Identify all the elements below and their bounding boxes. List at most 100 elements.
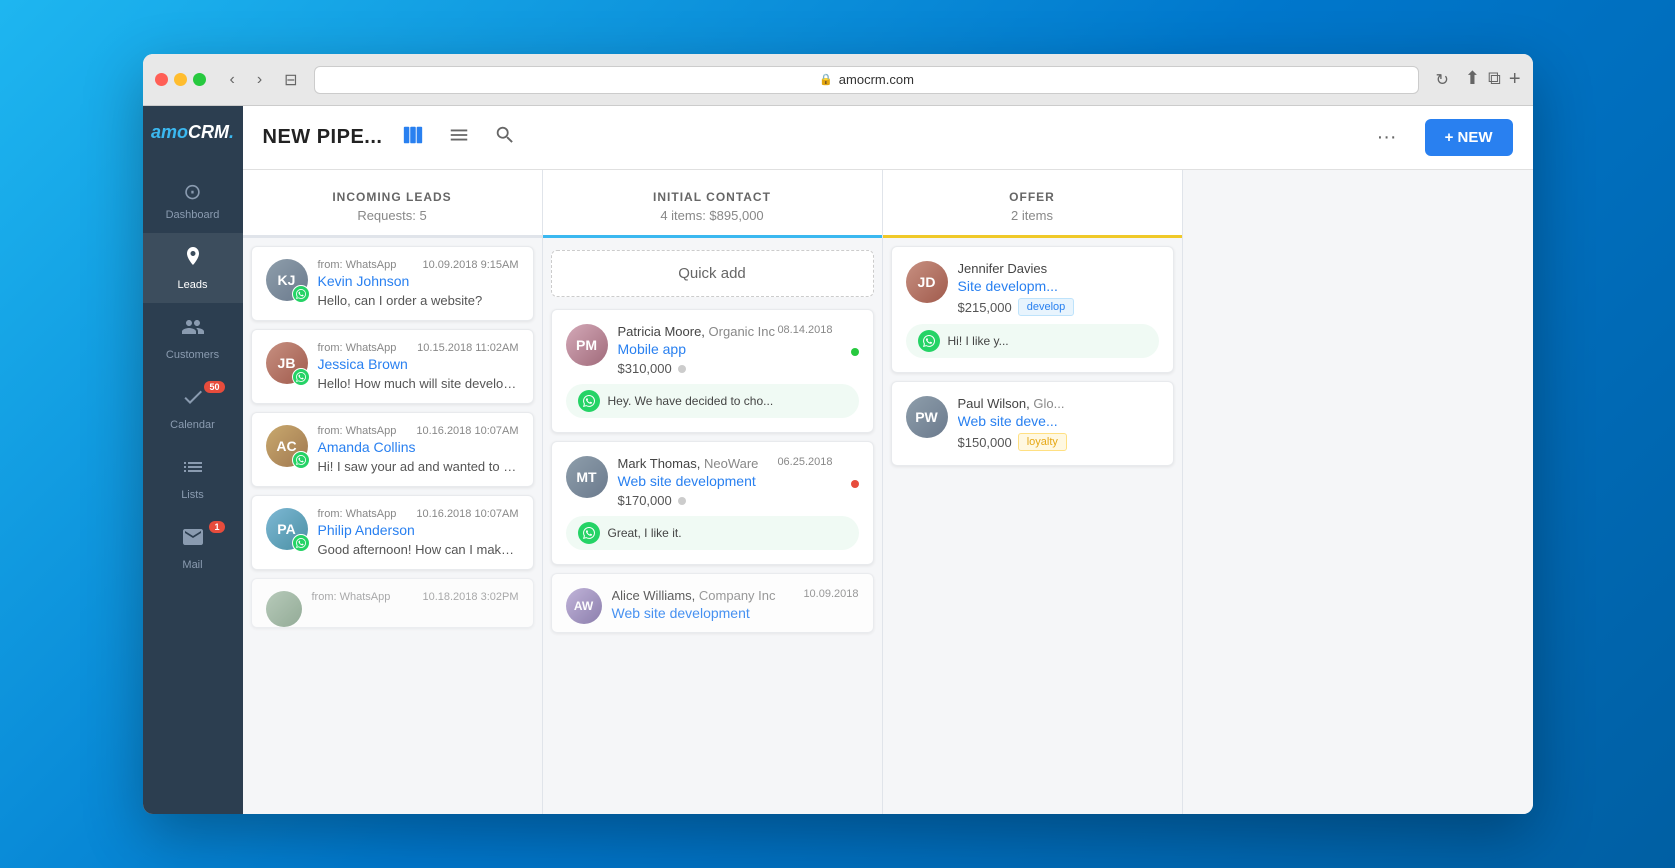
avatar-wrap: PA (266, 508, 308, 550)
mail-badge: 1 (209, 521, 224, 533)
forward-button[interactable]: › (251, 67, 268, 93)
card-source: from: WhatsApp 10.16.2018 10:07AM (318, 508, 519, 520)
incoming-leads-subtitle: Requests: 5 (259, 208, 526, 223)
crm-client-name: Paul Wilson, Glo... (958, 396, 1159, 411)
avatar-wrap: JB (266, 342, 308, 384)
crm-deal: Site developm... (958, 278, 1159, 294)
crm-card[interactable]: MT Mark Thomas, NeoWare 06.25.2018 (551, 441, 874, 565)
whatsapp-badge (292, 285, 310, 303)
incoming-leads-header: INCOMING LEADS Requests: 5 (243, 170, 542, 238)
browser-chrome: ‹ › ⊟ 🔒 amocrm.com ↻ ⬆ ⧉ + (143, 54, 1533, 106)
card-date: 10.09.2018 (803, 588, 858, 600)
crm-deal: Web site deve... (958, 413, 1159, 429)
avatar-wrap: KJ (266, 259, 308, 301)
menu-button[interactable] (444, 120, 474, 155)
crm-card[interactable]: AW Alice Williams, Company Inc 10.09.201… (551, 573, 874, 633)
card-name: Philip Anderson (318, 522, 519, 538)
avatar: MT (566, 456, 608, 498)
close-button[interactable] (155, 73, 168, 86)
sidebar-item-customers[interactable]: Customers (143, 303, 243, 373)
page-title: NEW PIPE... (263, 126, 383, 149)
lead-card[interactable]: KJ from: WhatsApp (251, 246, 534, 321)
address-bar[interactable]: 🔒 amocrm.com (314, 66, 1420, 94)
kanban-view-button[interactable] (398, 120, 428, 155)
offer-card[interactable]: PW Paul Wilson, Glo... Web site deve... … (891, 381, 1174, 466)
card-info: from: WhatsApp 10.16.2018 10:07AM Amanda… (318, 425, 519, 474)
sidebar-label-mail: Mail (182, 559, 202, 571)
tab-view-button[interactable]: ⊟ (278, 66, 303, 94)
sidebar-item-mail[interactable]: 1 Mail (143, 513, 243, 583)
calendar-badge: 50 (204, 381, 224, 393)
avatar-wrap (266, 591, 302, 627)
card-info: from: WhatsApp 10.15.2018 11:02AM Jessic… (318, 342, 519, 391)
search-button[interactable] (490, 120, 520, 155)
offer-title: OFFER (899, 190, 1166, 204)
minimize-button[interactable] (174, 73, 187, 86)
initial-contact-column: INITIAL CONTACT 4 items: $895,000 Quick … (543, 170, 883, 814)
browser-window: ‹ › ⊟ 🔒 amocrm.com ↻ ⬆ ⧉ + amoCRM. ⊙ Das… (143, 54, 1533, 814)
status-dot (678, 497, 686, 505)
crm-client-name: Mark Thomas, NeoWare (618, 456, 759, 471)
more-options-button[interactable]: ··· (1377, 126, 1397, 149)
sidebar-item-leads[interactable]: Leads (143, 233, 243, 303)
deal-tag: develop (1018, 298, 1075, 316)
offer-card[interactable]: JD Jennifer Davies Site developm... $215… (891, 246, 1174, 373)
add-tab-icon[interactable]: + (1509, 68, 1521, 91)
card-name: Jessica Brown (318, 356, 519, 372)
status-dot (678, 365, 686, 373)
avatar: PW (906, 396, 948, 438)
status-dot-right (851, 348, 859, 356)
lead-card[interactable]: PA from: WhatsApp (251, 495, 534, 570)
sidebar-label-lists: Lists (181, 489, 204, 501)
sidebar-label-dashboard: Dashboard (166, 209, 220, 221)
quick-add-button[interactable]: Quick add (551, 250, 874, 297)
offer-subtitle: 2 items (899, 208, 1166, 223)
whatsapp-message: Hey. We have decided to cho... (566, 384, 859, 418)
card-date: 08.14.2018 (777, 324, 832, 336)
incoming-leads-cards: KJ from: WhatsApp (243, 238, 542, 814)
whatsapp-badge (292, 534, 310, 552)
reload-button[interactable]: ↻ (1429, 66, 1454, 94)
initial-contact-cards: Quick add PM Patricia Moore, Organic Inc (543, 238, 882, 814)
initial-contact-subtitle: 4 items: $895,000 (559, 208, 866, 223)
lead-card[interactable]: AC from: WhatsApp (251, 412, 534, 487)
card-info: from: WhatsApp 10.18.2018 3:02PM (312, 591, 519, 603)
card-source: from: WhatsApp 10.16.2018 10:07AM (318, 425, 519, 437)
lead-card[interactable]: from: WhatsApp 10.18.2018 3:02PM (251, 578, 534, 628)
browser-actions: ⬆ ⧉ + (1465, 68, 1521, 91)
card-source: from: WhatsApp 10.15.2018 11:02AM (318, 342, 519, 354)
sidebar-item-calendar[interactable]: 50 Calendar (143, 373, 243, 443)
crm-amount: $310,000 (618, 361, 833, 376)
card-message: Good afternoon! How can I make an... (318, 542, 519, 557)
avatar: PM (566, 324, 608, 366)
customers-icon (181, 315, 205, 345)
sidebar-label-customers: Customers (166, 349, 219, 361)
sidebar-item-dashboard[interactable]: ⊙ Dashboard (143, 167, 243, 233)
mail-icon (181, 525, 205, 555)
incoming-leads-title: INCOMING LEADS (259, 190, 526, 204)
crm-amount: $215,000 develop (958, 298, 1159, 316)
avatar (266, 591, 302, 627)
back-button[interactable]: ‹ (224, 67, 241, 93)
maximize-button[interactable] (193, 73, 206, 86)
new-button[interactable]: + NEW (1425, 119, 1513, 156)
app-logo: amoCRM. (151, 122, 234, 143)
dashboard-icon: ⊙ (183, 179, 201, 205)
card-date: 06.25.2018 (777, 456, 832, 468)
share-icon[interactable]: ⬆ (1465, 68, 1480, 91)
offer-header: OFFER 2 items (883, 170, 1182, 238)
whatsapp-badge (292, 368, 310, 386)
calendar-icon (181, 385, 205, 415)
sidebar-label-leads: Leads (178, 279, 208, 291)
card-source: from: WhatsApp 10.09.2018 9:15AM (318, 259, 519, 271)
card-name: Kevin Johnson (318, 273, 519, 289)
card-message: Hello! How much will site develop... (318, 376, 519, 391)
crm-client-name: Patricia Moore, Organic Inc (618, 324, 776, 339)
whatsapp-icon (578, 522, 600, 544)
url-text: amocrm.com (839, 72, 914, 87)
sidebar-item-lists[interactable]: Lists (143, 443, 243, 513)
toolbar: NEW PIPE... (243, 106, 1533, 170)
lead-card[interactable]: JB from: WhatsApp (251, 329, 534, 404)
crm-card[interactable]: PM Patricia Moore, Organic Inc 08.14.201… (551, 309, 874, 433)
duplicate-icon[interactable]: ⧉ (1488, 68, 1501, 91)
